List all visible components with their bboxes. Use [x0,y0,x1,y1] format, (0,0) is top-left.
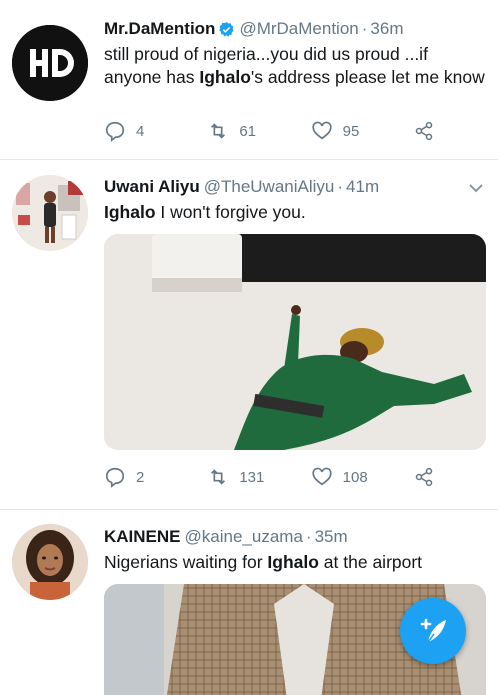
reply-button[interactable]: 2 [104,466,207,488]
share-icon [415,121,433,141]
mention-bold: Ighalo [267,552,319,572]
reply-button[interactable]: 4 [104,120,207,142]
separator-dot: · [305,527,312,546]
retweet-count: 61 [239,122,257,140]
tweet-actions: 2 131 108 [104,465,444,489]
share-button[interactable] [414,466,444,488]
author-handle[interactable]: @TheUwaniAliyu [204,176,335,198]
author-name[interactable]: Uwani Aliyu [104,176,200,198]
avatar[interactable] [12,175,88,251]
separator-dot: · [361,19,368,38]
timestamp[interactable]: 36m [370,18,403,40]
timestamp[interactable]: 35m [315,526,348,548]
author-name[interactable]: KAINENE [104,526,181,548]
separator-dot: · [337,177,344,196]
author-handle[interactable]: @MrDaMention [239,18,358,40]
like-count: 108 [342,468,368,486]
like-count: 95 [342,122,360,140]
retweet-button[interactable]: 61 [207,120,310,142]
like-button[interactable]: 108 [311,466,414,488]
retweet-count: 131 [239,468,265,486]
tweet-actions: 4 61 95 [104,119,444,143]
heart-icon [312,121,332,140]
damention-logo-icon [12,25,88,101]
reply-count: 2 [136,468,145,486]
profile-photo [12,524,88,600]
tweet-text: Ighalo I won't forgive you. [104,202,306,222]
heart-icon [312,467,332,486]
tweet-text: still proud of nigeria...you did us prou… [104,44,485,87]
compose-tweet-button[interactable] [400,598,466,664]
compose-tweet-icon [420,618,446,643]
avatar[interactable] [12,25,88,101]
timestamp[interactable]: 41m [346,176,379,198]
profile-photo [12,175,88,251]
mention-bold: Ighalo [199,67,251,87]
author-name[interactable]: Mr.DaMention [104,18,215,40]
tweet-1[interactable]: Mr.DaMention @MrDaMention · 36m still pr… [0,0,498,160]
reply-icon [105,467,125,488]
verified-badge-icon [219,21,235,37]
avatar[interactable] [12,524,88,600]
man-lying-on-floor-photo [104,234,486,450]
like-button[interactable]: 95 [311,120,414,142]
tweet-2[interactable]: Uwani Aliyu @TheUwaniAliyu · 41m Ighalo … [0,160,498,510]
reply-icon [105,121,125,142]
tweet-photo[interactable] [104,234,486,450]
reply-count: 4 [136,122,145,140]
retweet-icon [211,469,226,485]
author-handle[interactable]: @kaine_uzama [185,526,303,548]
share-button[interactable] [414,120,444,142]
share-icon [415,467,433,487]
tweet-text: Nigerians waiting for Ighalo at the airp… [104,552,423,572]
retweet-button[interactable]: 131 [207,466,310,488]
retweet-icon [211,123,226,139]
mention-bold: Ighalo [104,202,156,222]
